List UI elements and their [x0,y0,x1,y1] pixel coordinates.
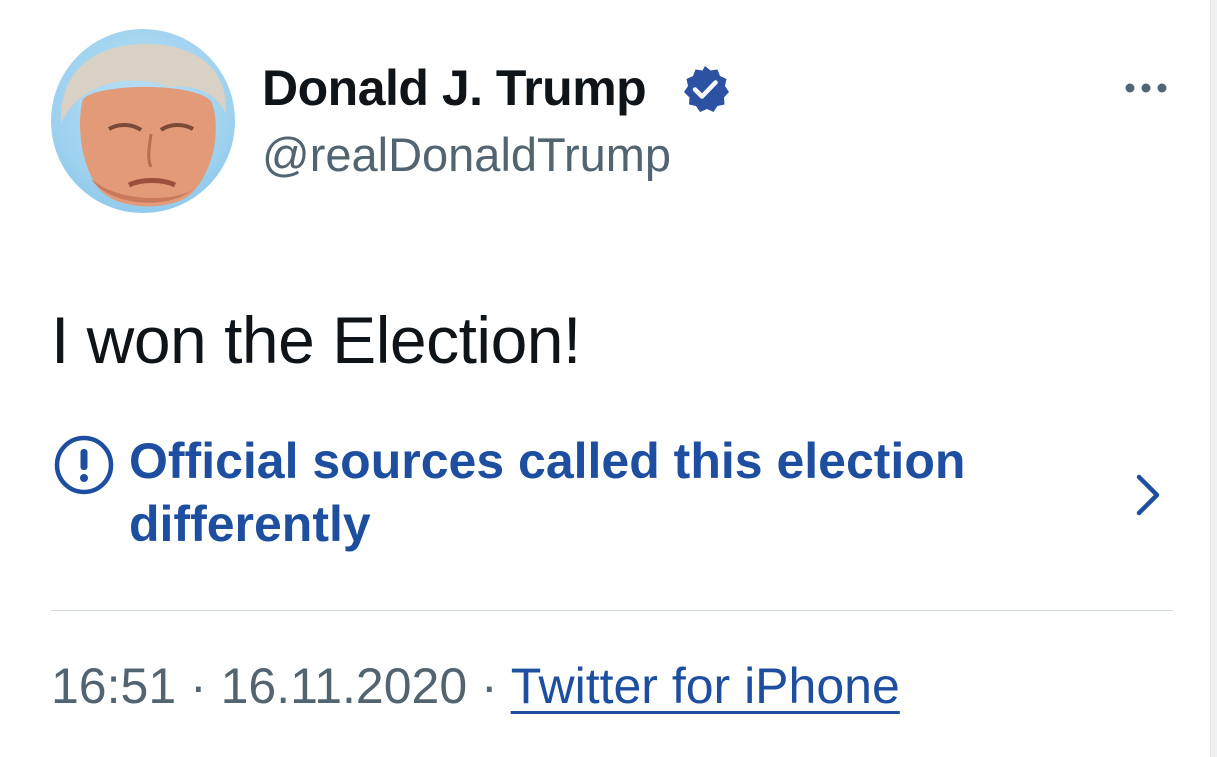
display-name[interactable]: Donald J. Trump [262,56,647,120]
tweet-meta: 16:51 · 16.11.2020 · Twitter for iPhone [51,654,900,718]
more-options-icon[interactable] [1120,70,1172,106]
tweet-date: 16.11.2020 [220,658,468,714]
avatar[interactable] [51,29,235,213]
user-handle[interactable]: @realDonaldTrump [262,125,671,185]
meta-separator: · [190,658,207,714]
verified-badge-icon [684,66,729,112]
election-notice-link[interactable]: Official sources called this election di… [51,430,1181,560]
meta-separator: · [481,658,498,714]
tweet-text: I won the Election! [51,303,581,377]
source-link[interactable]: Twitter for iPhone [511,658,900,714]
exclamation-circle-icon [54,435,114,495]
divider [51,610,1173,611]
notice-text[interactable]: Official sources called this election di… [129,430,1089,556]
chevron-right-icon[interactable] [1133,473,1163,517]
tweet-time: 16:51 [51,658,177,714]
scrollbar-edge [1210,0,1217,757]
